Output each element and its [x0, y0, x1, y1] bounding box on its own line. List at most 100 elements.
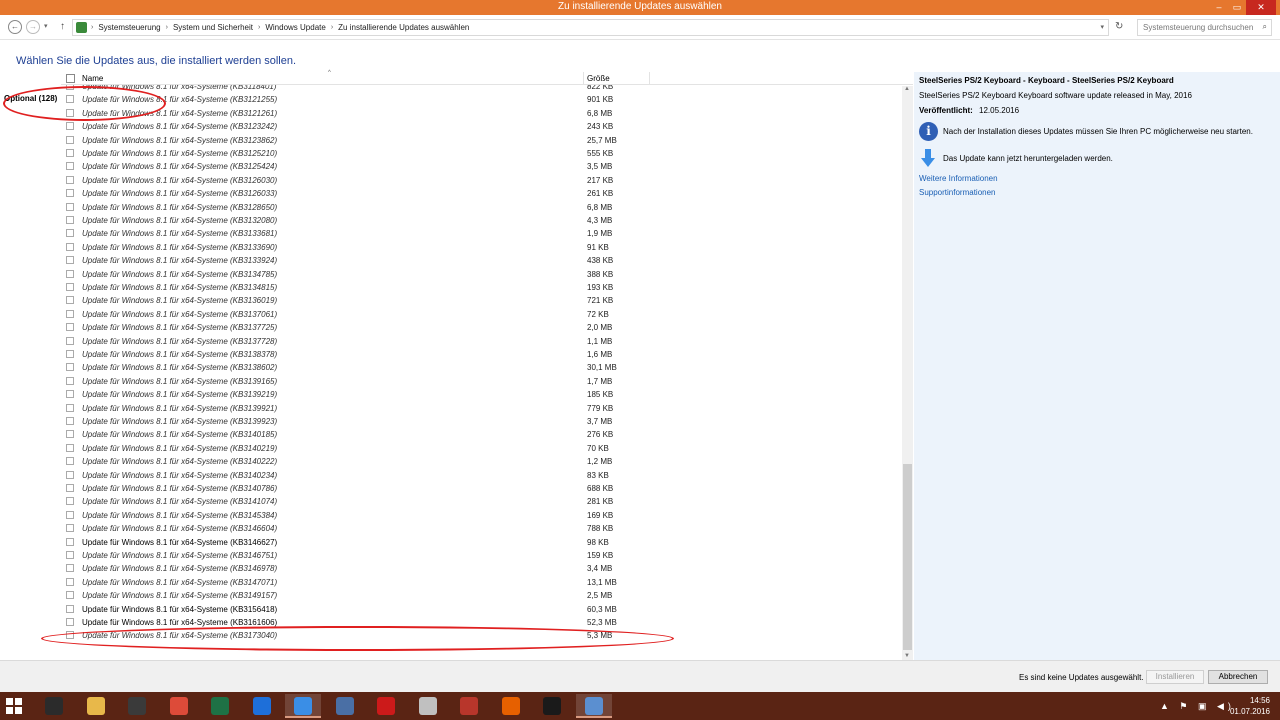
list-item[interactable]: Update für Windows 8.1 für x64-Systeme (… — [61, 254, 902, 267]
update-checkbox[interactable] — [66, 591, 74, 600]
list-item[interactable]: Update für Windows 8.1 für x64-Systeme (… — [61, 522, 902, 535]
update-checkbox[interactable] — [66, 443, 74, 452]
update-checkbox[interactable] — [66, 457, 74, 466]
list-item[interactable]: Update für Windows 8.1 für x64-Systeme (… — [61, 428, 902, 441]
list-item[interactable]: Update für Windows 8.1 für x64-Systeme (… — [61, 402, 902, 415]
list-item[interactable]: Update für Windows 8.1 für x64-Systeme (… — [61, 308, 902, 321]
list-item[interactable]: Update für Windows 8.1 für x64-Systeme (… — [61, 241, 902, 254]
update-checkbox[interactable] — [66, 162, 74, 171]
taskbar-app[interactable] — [244, 694, 280, 718]
vertical-scrollbar[interactable]: ▲ ▼ — [902, 86, 913, 660]
cancel-button[interactable]: Abbrechen — [1208, 670, 1268, 684]
list-item[interactable]: Update für Windows 8.1 für x64-Systeme (… — [61, 85, 902, 93]
update-checkbox[interactable] — [66, 363, 74, 372]
update-checkbox[interactable] — [66, 484, 74, 492]
list-item[interactable]: Update für Windows 8.1 für x64-Systeme (… — [61, 589, 902, 602]
update-checkbox[interactable] — [66, 216, 74, 224]
update-checkbox[interactable] — [66, 149, 74, 157]
column-size-header[interactable]: Größe — [587, 74, 610, 83]
update-checkbox[interactable] — [66, 269, 74, 278]
list-item[interactable]: Update für Windows 8.1 für x64-Systeme (… — [61, 509, 902, 522]
update-checkbox[interactable] — [66, 189, 74, 198]
list-item[interactable]: Update für Windows 8.1 für x64-Systeme (… — [61, 281, 902, 294]
update-checkbox[interactable] — [66, 390, 74, 399]
update-checkbox[interactable] — [66, 135, 74, 144]
list-item[interactable]: Update für Windows 8.1 für x64-Systeme (… — [61, 603, 902, 616]
refresh-icon[interactable]: ↻ — [1115, 21, 1123, 32]
taskbar-app[interactable] — [327, 694, 363, 718]
more-info-link[interactable]: Weitere Informationen — [919, 174, 998, 183]
update-checkbox[interactable] — [66, 510, 74, 519]
breadcrumb-item[interactable]: Systemsteuerung — [98, 23, 160, 32]
taskbar-app[interactable] — [493, 694, 529, 718]
update-checkbox[interactable] — [66, 229, 74, 238]
list-item[interactable]: Update für Windows 8.1 für x64-Systeme (… — [61, 562, 902, 575]
taskbar-app[interactable] — [410, 694, 446, 718]
list-item[interactable]: Update für Windows 8.1 für x64-Systeme (… — [61, 147, 902, 160]
update-checkbox[interactable] — [66, 242, 74, 251]
list-item[interactable]: Update für Windows 8.1 für x64-Systeme (… — [61, 415, 902, 428]
search-icon[interactable]: ⌕ — [1263, 22, 1267, 32]
scroll-down-icon[interactable]: ▼ — [904, 653, 910, 659]
list-item[interactable]: Update für Windows 8.1 für x64-Systeme (… — [61, 482, 902, 495]
list-item[interactable]: Update für Windows 8.1 für x64-Systeme (… — [61, 268, 902, 281]
list-item[interactable]: Update für Windows 8.1 für x64-Systeme (… — [61, 120, 902, 133]
list-item[interactable]: Update für Windows 8.1 für x64-Systeme (… — [61, 214, 902, 227]
windows-start-icon[interactable] — [6, 698, 22, 714]
update-checkbox[interactable] — [66, 497, 74, 506]
update-checkbox[interactable] — [66, 296, 74, 305]
list-item[interactable]: Update für Windows 8.1 für x64-Systeme (… — [61, 576, 902, 589]
list-item[interactable]: Update für Windows 8.1 für x64-Systeme (… — [61, 375, 902, 388]
list-item[interactable]: Update für Windows 8.1 für x64-Systeme (… — [61, 348, 902, 361]
update-checkbox[interactable] — [66, 256, 74, 265]
taskbar-app[interactable] — [451, 694, 487, 718]
taskbar-app[interactable] — [161, 694, 197, 718]
list-item[interactable]: Update für Windows 8.1 für x64-Systeme (… — [61, 455, 902, 468]
update-checkbox[interactable] — [66, 122, 74, 131]
taskbar-app[interactable] — [36, 694, 72, 718]
update-checkbox[interactable] — [66, 283, 74, 291]
up-arrow-icon[interactable]: ↑ — [60, 21, 65, 32]
support-info-link[interactable]: Supportinformationen — [919, 188, 996, 197]
scrollbar-thumb[interactable] — [903, 464, 912, 650]
list-item[interactable]: Update für Windows 8.1 für x64-Systeme (… — [61, 174, 902, 187]
update-checkbox[interactable] — [66, 524, 74, 533]
close-button[interactable]: ✕ — [1246, 0, 1276, 15]
list-item[interactable]: Update für Windows 8.1 für x64-Systeme (… — [61, 388, 902, 401]
search-input[interactable]: Systemsteuerung durchsuchen ⌕ — [1137, 19, 1272, 36]
update-checkbox[interactable] — [66, 323, 74, 332]
update-checkbox[interactable] — [66, 430, 74, 439]
taskbar-app[interactable] — [119, 694, 155, 718]
update-checkbox[interactable] — [66, 309, 74, 318]
list-item[interactable]: Update für Windows 8.1 für x64-Systeme (… — [61, 134, 902, 147]
update-checkbox[interactable] — [66, 604, 74, 613]
taskbar-app[interactable] — [202, 694, 238, 718]
clock[interactable]: 14:56 01.07.2016 — [1230, 695, 1270, 717]
select-all-checkbox[interactable] — [66, 74, 75, 83]
list-item[interactable]: Update für Windows 8.1 für x64-Systeme (… — [61, 201, 902, 214]
scroll-up-icon[interactable]: ▲ — [904, 86, 910, 92]
update-checkbox[interactable] — [66, 537, 74, 546]
list-item[interactable]: Update für Windows 8.1 für x64-Systeme (… — [61, 227, 902, 240]
update-checkbox[interactable] — [66, 202, 74, 211]
update-checkbox[interactable] — [66, 175, 74, 184]
taskbar-app[interactable] — [575, 694, 612, 718]
recent-dropdown-icon[interactable]: ▾ — [44, 22, 48, 30]
list-item[interactable]: Update für Windows 8.1 für x64-Systeme (… — [61, 442, 902, 455]
install-button[interactable]: Installieren — [1146, 670, 1204, 684]
update-checkbox[interactable] — [66, 551, 74, 559]
list-item[interactable]: Update für Windows 8.1 für x64-Systeme (… — [61, 549, 902, 562]
column-name-header[interactable]: Name — [82, 74, 103, 83]
list-item[interactable]: Update für Windows 8.1 für x64-Systeme (… — [61, 294, 902, 307]
breadcrumb-item[interactable]: Windows Update — [265, 23, 325, 32]
update-checkbox[interactable] — [66, 577, 74, 586]
breadcrumb[interactable]: › Systemsteuerung › System und Sicherhei… — [72, 19, 1109, 36]
taskbar-app[interactable] — [285, 694, 321, 718]
breadcrumb-item[interactable]: Zu installierende Updates auswählen — [338, 23, 469, 32]
list-item[interactable]: Update für Windows 8.1 für x64-Systeme (… — [61, 495, 902, 508]
list-item[interactable]: Update für Windows 8.1 für x64-Systeme (… — [61, 187, 902, 200]
update-checkbox[interactable] — [66, 376, 74, 385]
chevron-down-icon[interactable]: ▾ — [1100, 23, 1104, 31]
minimize-button[interactable]: – — [1210, 0, 1228, 15]
update-checkbox[interactable] — [66, 564, 74, 573]
